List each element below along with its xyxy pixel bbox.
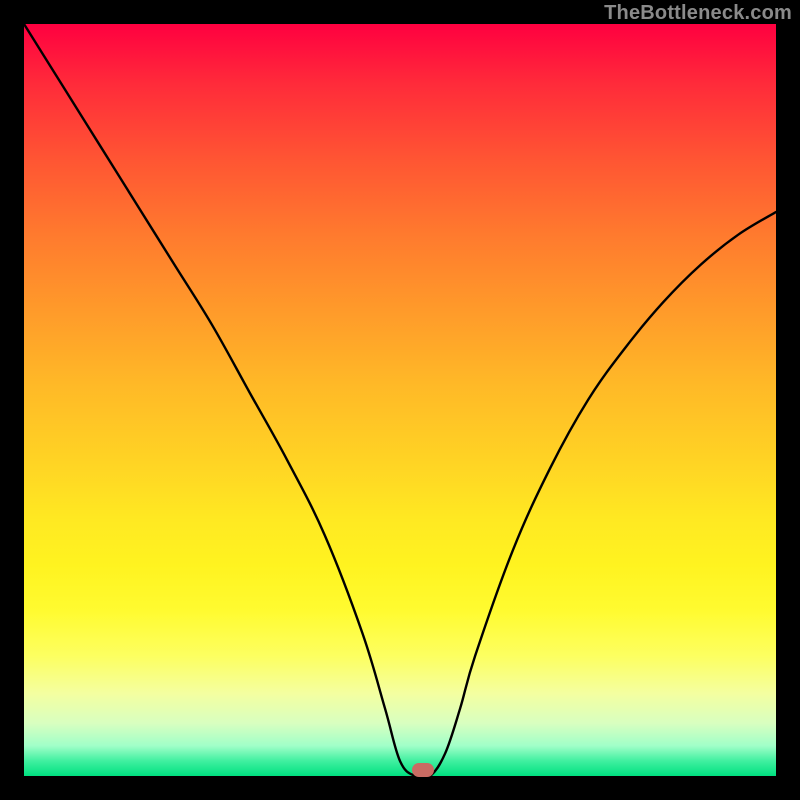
bottleneck-marker	[412, 763, 434, 777]
watermark-text: TheBottleneck.com	[604, 2, 792, 25]
chart-plot-area	[24, 24, 776, 776]
chart-frame: TheBottleneck.com	[0, 0, 800, 800]
bottleneck-curve	[24, 24, 776, 776]
